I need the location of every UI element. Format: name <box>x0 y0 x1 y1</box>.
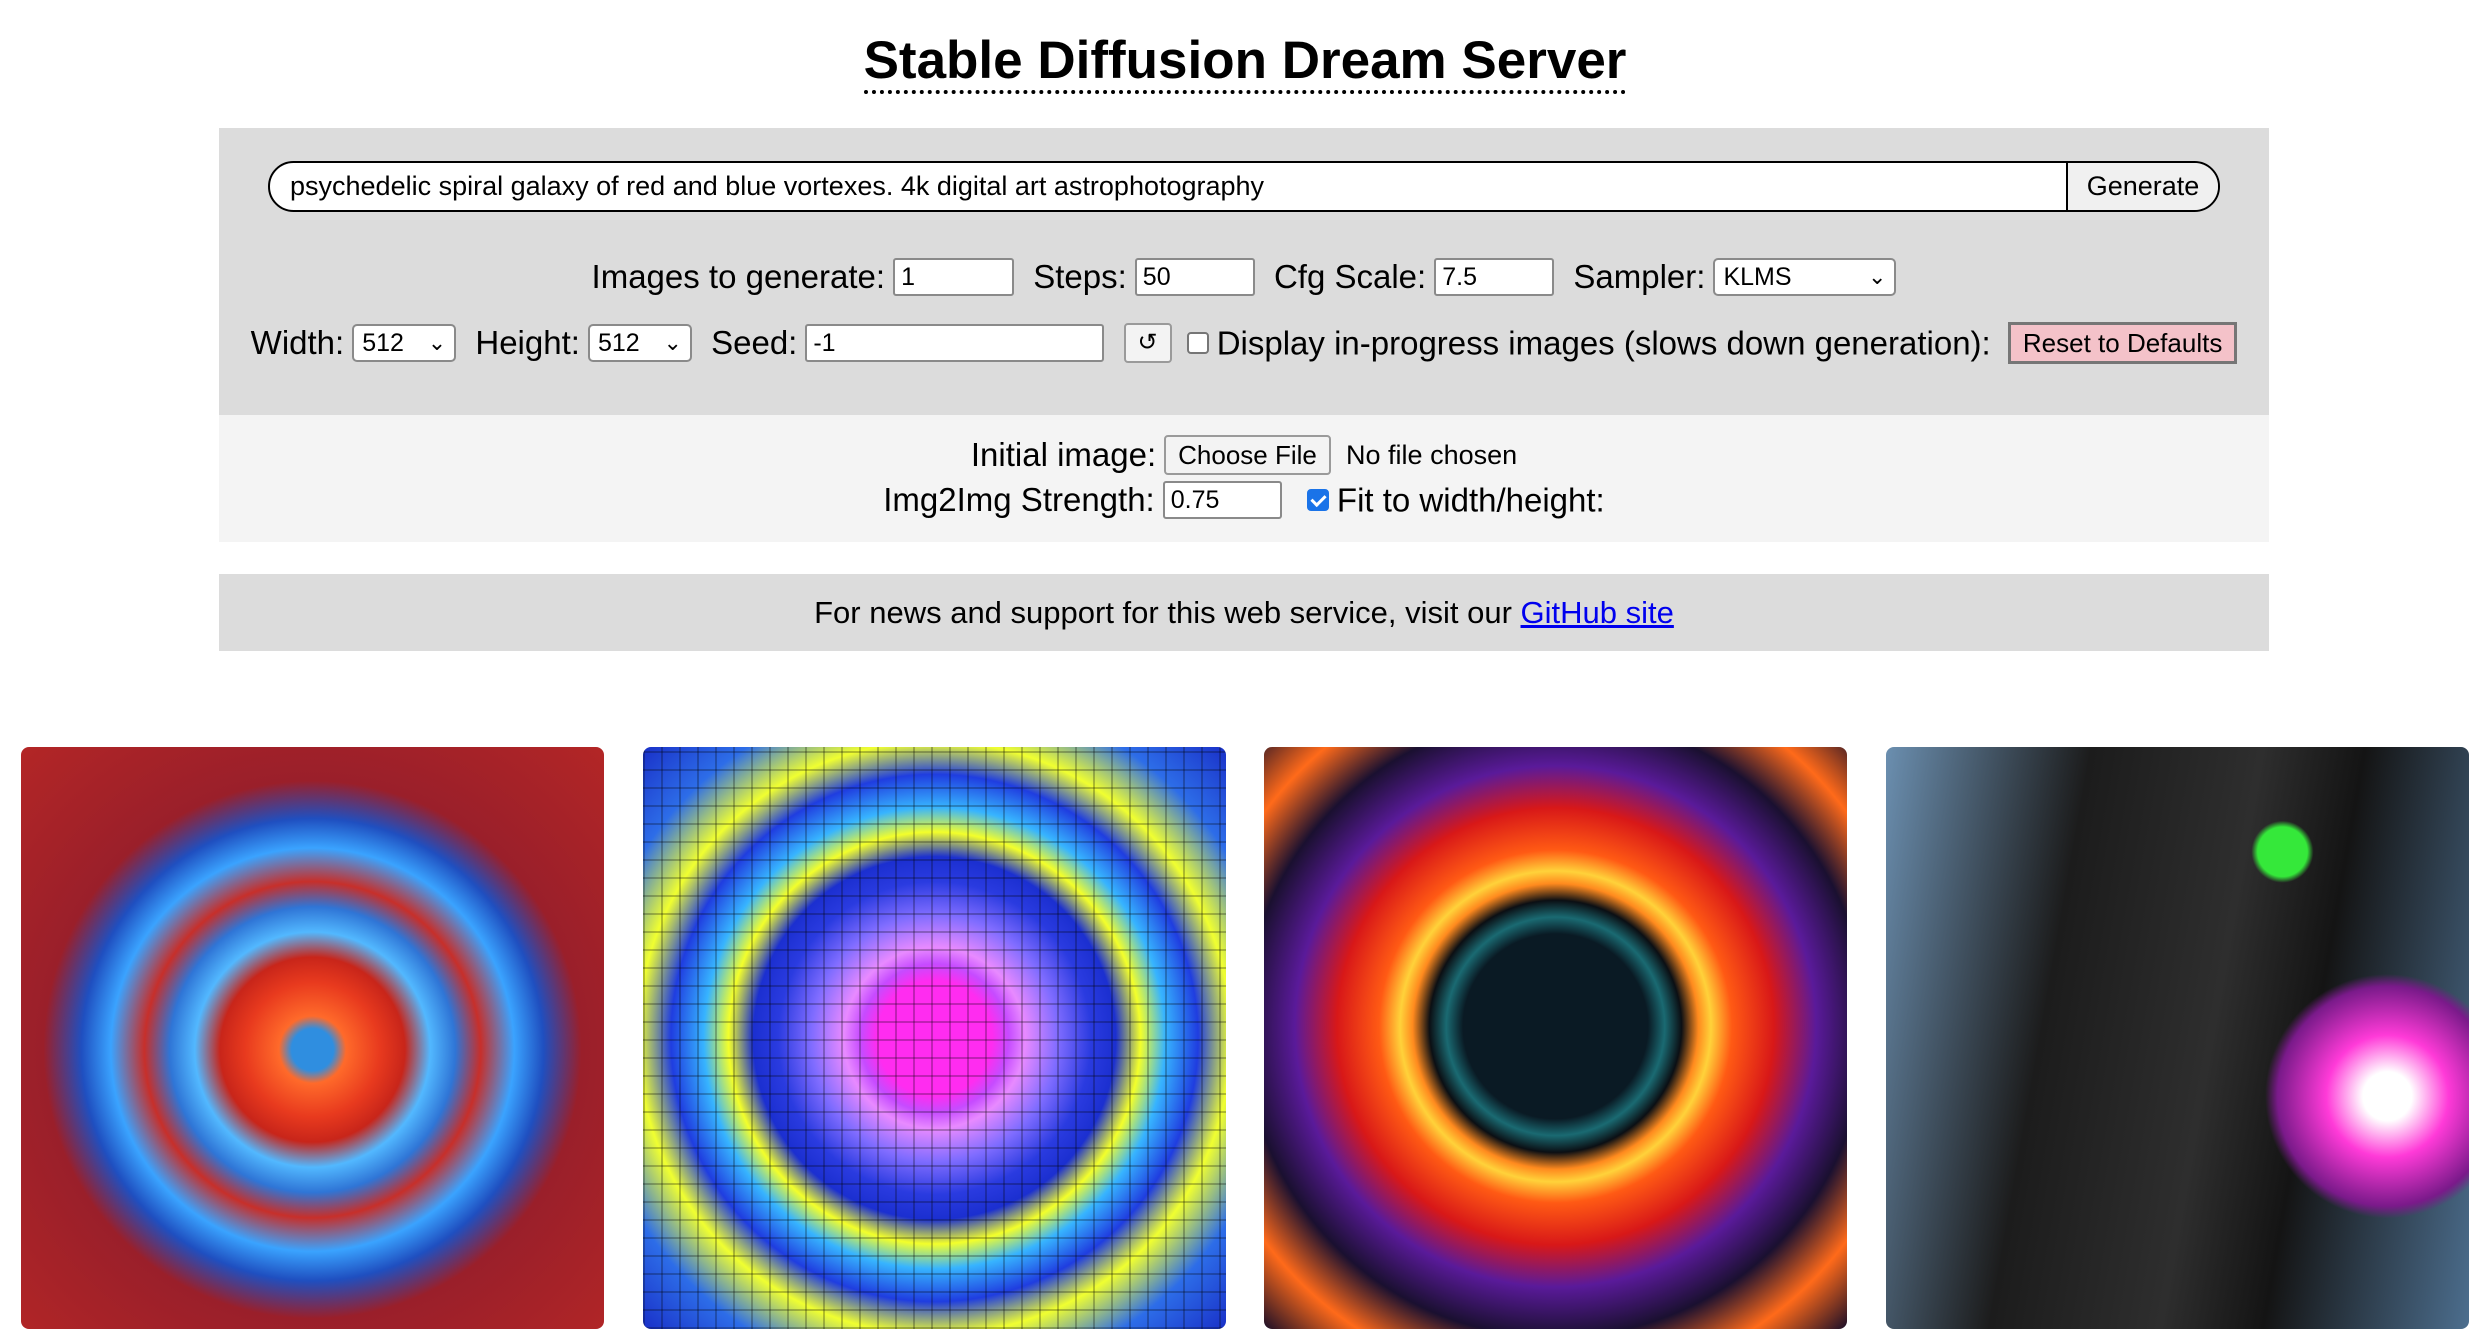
images-to-generate-input[interactable] <box>893 258 1015 297</box>
width-value: 512 <box>362 329 404 358</box>
cfg-scale-label: Cfg Scale: <box>1273 258 1427 296</box>
refresh-icon: ↺ <box>1137 329 1158 357</box>
sampler-label: Sampler: <box>1573 258 1706 296</box>
choose-file-button[interactable]: Choose File <box>1164 435 1331 476</box>
result-image-1[interactable] <box>21 747 604 1329</box>
prompt-bar: Generate <box>268 161 2220 212</box>
generation-options-row: Images to generate: Steps: Cfg Scale: Sa… <box>219 254 2269 297</box>
img2img-strength-label: Img2Img Strength: <box>883 481 1155 519</box>
sampler-value: KLMS <box>1723 263 1792 292</box>
result-image-3[interactable] <box>1264 747 1847 1329</box>
reset-seed-button[interactable]: ↺ <box>1123 323 1172 364</box>
img2img-strength-input[interactable] <box>1162 481 1282 520</box>
size-seed-row: Width: 512 ⌄ Height: 512 ⌄ Seed: ↺ Display i… <box>219 318 2269 365</box>
width-label: Width: <box>250 324 345 362</box>
chevron-down-icon: ⌄ <box>663 330 682 356</box>
height-label: Height: <box>475 324 580 362</box>
file-status: No file chosen <box>1346 440 1518 471</box>
news-text: For news and support for this web servic… <box>814 595 1512 630</box>
initial-image-label: Initial image: <box>970 436 1157 474</box>
reset-to-defaults-button[interactable]: Reset to Defaults <box>2007 322 2238 365</box>
images-to-generate-label: Images to generate: <box>591 258 886 296</box>
result-image-4[interactable] <box>1886 747 2469 1329</box>
img2img-panel: Initial image: Choose File No file chosen… <box>219 415 2269 542</box>
prompt-form: Generate Images to generate: Steps: Cfg … <box>219 128 2269 415</box>
strength-row: Img2Img Strength: Fit to width/height: <box>219 477 2269 520</box>
result-image-2[interactable] <box>643 747 1226 1329</box>
fit-to-size-label: Fit to width/height: <box>1336 481 1605 519</box>
chevron-down-icon: ⌄ <box>427 330 447 356</box>
chevron-down-icon: ⌄ <box>1868 264 1887 290</box>
seed-label: Seed: <box>711 324 798 362</box>
initial-image-row: Initial image: Choose File No file chosen <box>219 433 2269 476</box>
progress-images-label: Display in-progress images (slows down g… <box>1216 324 1991 362</box>
news-banner: For news and support for this web servic… <box>219 574 2269 651</box>
height-select[interactable]: 512 ⌄ <box>587 324 692 363</box>
prompt-input[interactable] <box>270 163 2066 210</box>
page-title: Stable Diffusion Dream Server <box>0 26 2490 96</box>
steps-label: Steps: <box>1033 258 1127 296</box>
height-value: 512 <box>597 329 640 358</box>
generate-button[interactable]: Generate <box>2066 163 2218 210</box>
seed-input[interactable] <box>805 324 1105 363</box>
sampler-select[interactable]: KLMS ⌄ <box>1713 258 1897 297</box>
steps-input[interactable] <box>1134 258 1255 297</box>
fit-to-size-checkbox[interactable] <box>1306 489 1329 512</box>
github-link[interactable]: GitHub site <box>1521 595 1674 630</box>
cfg-scale-input[interactable] <box>1434 258 1555 297</box>
width-select[interactable]: 512 ⌄ <box>352 324 457 363</box>
progress-images-checkbox[interactable] <box>1186 332 1209 355</box>
